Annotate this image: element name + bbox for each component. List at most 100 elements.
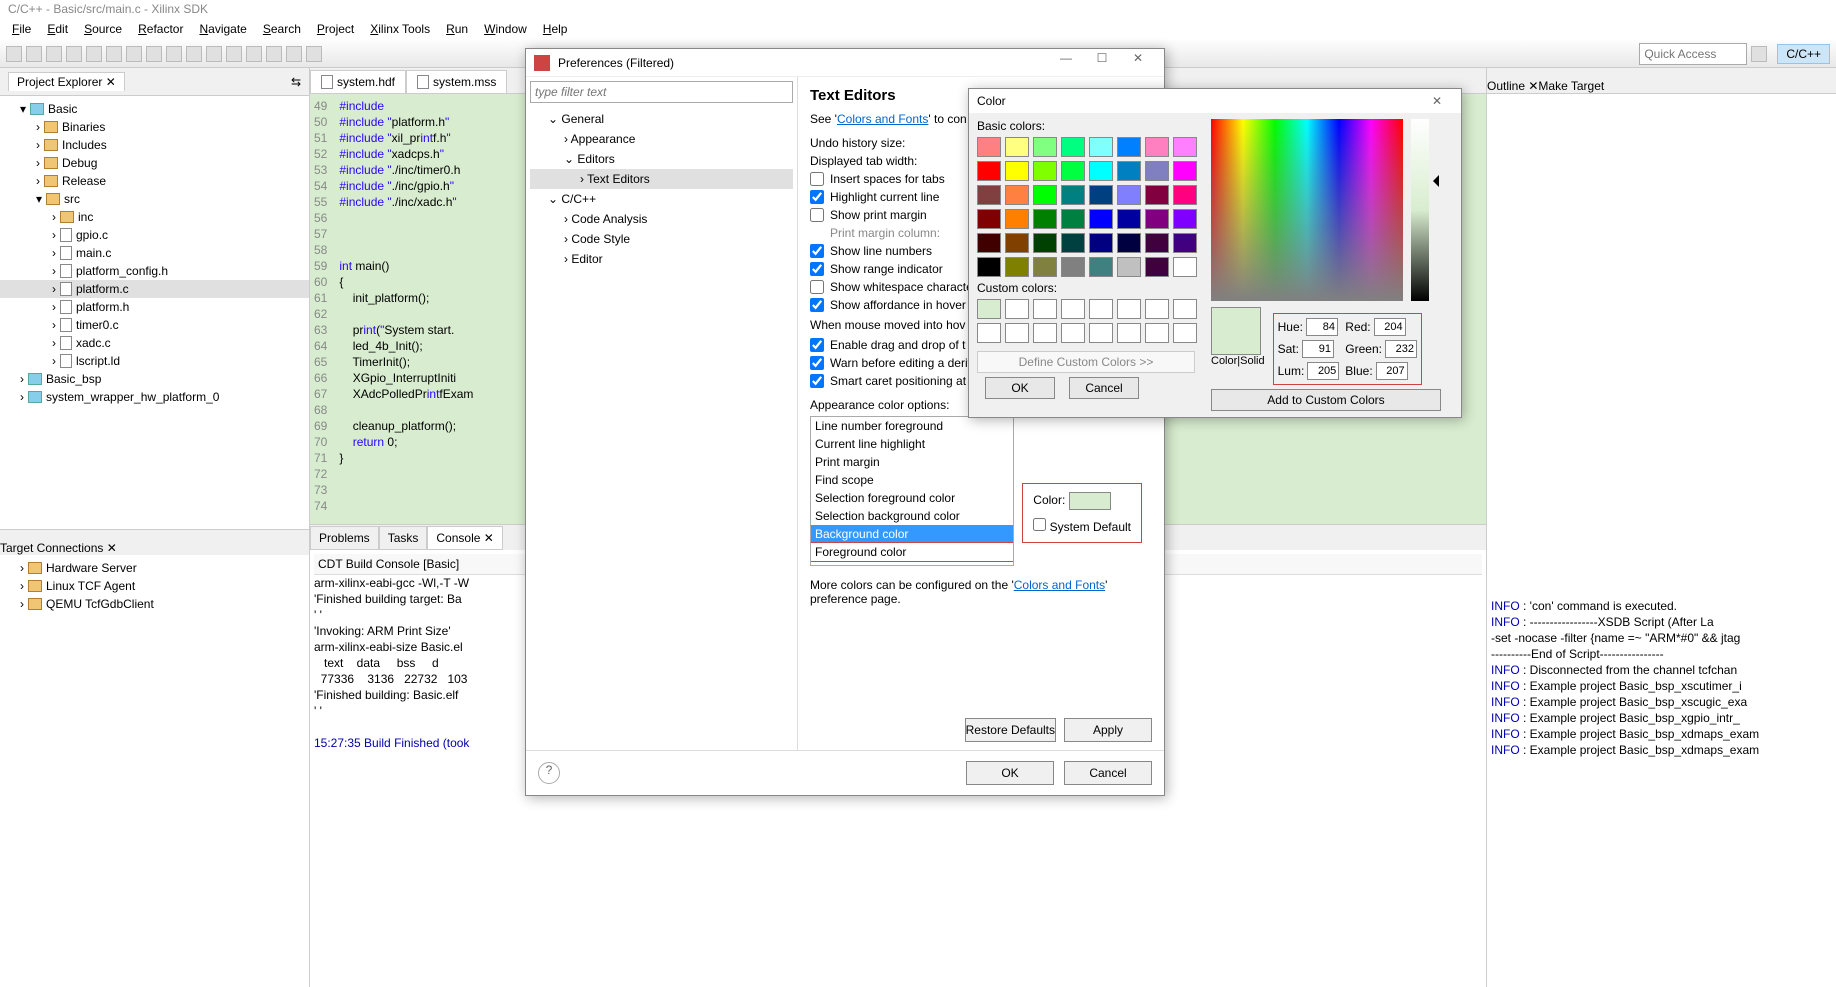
help-icon[interactable]: ? [538, 762, 560, 784]
color-cell[interactable] [1117, 209, 1141, 229]
color-option[interactable]: Selection background color [811, 507, 1013, 525]
color-cell[interactable] [1089, 323, 1113, 343]
color-cell[interactable] [1117, 299, 1141, 319]
color-cell[interactable] [1089, 209, 1113, 229]
menu-refactor[interactable]: Refactor [132, 20, 189, 38]
toolbar-button[interactable] [126, 46, 142, 62]
menu-project[interactable]: Project [311, 20, 360, 38]
color-cell[interactable] [1173, 233, 1197, 253]
filter-input[interactable] [530, 81, 793, 103]
editor-tab[interactable]: system.mss [406, 70, 507, 93]
tree-item[interactable]: › Basic_bsp [0, 370, 309, 388]
color-cell[interactable] [977, 257, 1001, 277]
pref-tree-item[interactable]: ⌄ General [530, 109, 793, 129]
color-cell[interactable] [1089, 161, 1113, 181]
color-cell[interactable] [1117, 257, 1141, 277]
color-cell[interactable] [977, 161, 1001, 181]
pref-tree-item[interactable]: › Appearance [530, 129, 793, 149]
tree-item[interactable]: › Linux TCF Agent [0, 577, 309, 595]
basic-colors-grid[interactable] [977, 137, 1211, 277]
color-cell[interactable] [1033, 185, 1057, 205]
tree-item[interactable]: › Binaries [0, 118, 309, 136]
quick-access-input[interactable] [1639, 43, 1747, 65]
color-cell[interactable] [1005, 161, 1029, 181]
color-cell[interactable] [1145, 209, 1169, 229]
luminance-slider[interactable] [1411, 119, 1429, 301]
color-options-list[interactable]: Line number foregroundCurrent line highl… [810, 416, 1014, 566]
tab-make-target[interactable]: Make Target [1538, 79, 1604, 93]
tree-item[interactable]: › Release [0, 172, 309, 190]
tab-project-explorer[interactable]: Project Explorer ✕ [8, 72, 125, 91]
cancel-button[interactable]: Cancel [1064, 761, 1152, 785]
menu-run[interactable]: Run [440, 20, 474, 38]
tree-item[interactable]: › main.c [0, 244, 309, 262]
color-cell[interactable] [1033, 137, 1057, 157]
color-cell[interactable] [1173, 299, 1197, 319]
menu-edit[interactable]: Edit [41, 20, 74, 38]
color-option[interactable]: Background color [811, 525, 1013, 543]
color-cell[interactable] [1033, 209, 1057, 229]
menu-navigate[interactable]: Navigate [193, 20, 252, 38]
toolbar-button[interactable] [206, 46, 222, 62]
apply-button[interactable]: Apply [1064, 718, 1152, 742]
color-cell[interactable] [1061, 161, 1085, 181]
hue-sat-picker[interactable] [1211, 119, 1403, 301]
tree-item[interactable]: › QEMU TcfGdbClient [0, 595, 309, 613]
cb-print-margin[interactable] [810, 208, 824, 222]
tree-item[interactable]: ▾ Basic [0, 100, 309, 118]
tree-item[interactable]: › system_wrapper_hw_platform_0 [0, 388, 309, 406]
toolbar-button[interactable] [6, 46, 22, 62]
cb-range-indicator[interactable] [810, 262, 824, 276]
color-cell[interactable] [1145, 233, 1169, 253]
color-cell[interactable] [1089, 233, 1113, 253]
hue-input[interactable] [1306, 318, 1338, 336]
pref-tree-item[interactable]: › Code Analysis [530, 209, 793, 229]
menu-search[interactable]: Search [257, 20, 307, 38]
color-cell[interactable] [977, 299, 1001, 319]
pref-tree-item[interactable]: › Editor [530, 249, 793, 269]
sat-input[interactable] [1302, 340, 1334, 358]
color-cancel-button[interactable]: Cancel [1069, 377, 1139, 399]
blue-input[interactable] [1376, 362, 1408, 380]
color-cell[interactable] [1089, 137, 1113, 157]
color-cell[interactable] [1117, 323, 1141, 343]
tree-item[interactable]: › lscript.ld [0, 352, 309, 370]
color-cell[interactable] [1145, 161, 1169, 181]
toolbar-button[interactable] [266, 46, 282, 62]
color-cell[interactable] [1061, 323, 1085, 343]
toolbar-button[interactable] [46, 46, 62, 62]
color-cell[interactable] [1061, 233, 1085, 253]
color-cell[interactable] [1061, 185, 1085, 205]
cb-smart-caret[interactable] [810, 374, 824, 388]
toolbar-button[interactable] [86, 46, 102, 62]
tab-problems[interactable]: Problems [310, 526, 379, 550]
tab-console[interactable]: Console ✕ [427, 526, 502, 550]
restore-defaults-button[interactable]: Restore Defaults [965, 718, 1056, 742]
color-cell[interactable] [1117, 233, 1141, 253]
toolbar-button[interactable] [226, 46, 242, 62]
color-cell[interactable] [1005, 299, 1029, 319]
color-cell[interactable] [1005, 185, 1029, 205]
color-cell[interactable] [1145, 323, 1169, 343]
color-cell[interactable] [1033, 299, 1057, 319]
cb-affordance[interactable] [810, 298, 824, 312]
color-cell[interactable] [1033, 257, 1057, 277]
menu-xilinx-tools[interactable]: Xilinx Tools [364, 20, 436, 38]
menu-file[interactable]: File [6, 20, 37, 38]
color-option[interactable]: Selection foreground color [811, 489, 1013, 507]
menu-help[interactable]: Help [537, 20, 574, 38]
tree-item[interactable]: › platform_config.h [0, 262, 309, 280]
color-option[interactable]: Line number foreground [811, 417, 1013, 435]
minimize-icon[interactable]: — [1048, 51, 1084, 75]
cb-system-default[interactable] [1033, 518, 1046, 531]
color-cell[interactable] [977, 323, 1001, 343]
color-cell[interactable] [977, 185, 1001, 205]
color-cell[interactable] [1173, 209, 1197, 229]
color-cell[interactable] [1033, 233, 1057, 253]
color-option[interactable]: Print margin [811, 453, 1013, 471]
pref-tree-item[interactable]: ⌄ Editors [530, 149, 793, 169]
toolbar-button[interactable] [286, 46, 302, 62]
color-cell[interactable] [1117, 185, 1141, 205]
editor-tab[interactable]: system.hdf [310, 70, 406, 93]
tree-item[interactable]: › timer0.c [0, 316, 309, 334]
